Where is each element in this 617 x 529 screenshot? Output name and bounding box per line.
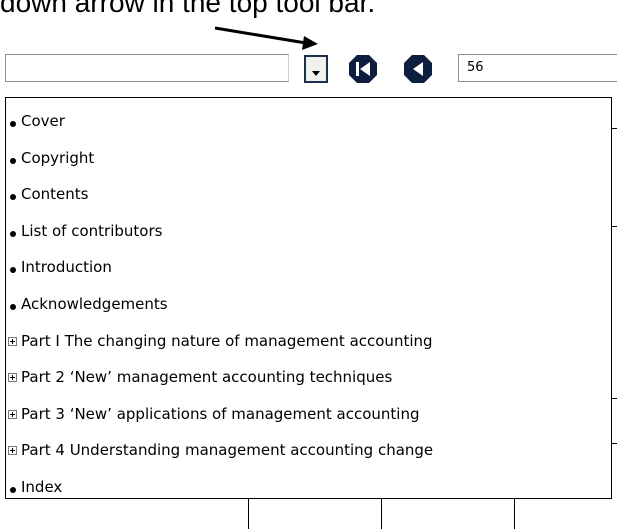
toc-dropdown-button[interactable]	[304, 55, 328, 83]
toc-item-list-of-contributors[interactable]: List of contributors	[8, 221, 433, 258]
toc-item-part-4[interactable]: Part 4 Understanding management accounti…	[8, 440, 433, 477]
bullet-icon	[10, 267, 16, 274]
expand-plus-icon[interactable]	[8, 373, 17, 383]
toc-item-part-3[interactable]: Part 3 ‘New’ applications of management …	[8, 404, 433, 441]
toc-list: Cover Copyright Contents List of contrib…	[8, 111, 433, 514]
toc-item-acknowledgements[interactable]: Acknowledgements	[8, 294, 433, 331]
toc-item-label: Part 2 ‘New’ management accounting techn…	[21, 368, 393, 387]
toc-item-label: List of contributors	[21, 221, 163, 240]
background-divider	[612, 443, 617, 444]
toc-item-label: Part 3 ‘New’ applications of management …	[21, 404, 420, 423]
background-divider	[514, 499, 515, 529]
expand-plus-icon[interactable]	[8, 446, 17, 456]
bullet-icon	[10, 486, 16, 493]
toc-item-contents[interactable]: Contents	[8, 184, 433, 221]
expand-plus-icon[interactable]	[8, 409, 17, 419]
bullet-icon	[10, 303, 16, 310]
previous-page-icon[interactable]	[403, 54, 433, 84]
toc-item-label: Part I The changing nature of management…	[21, 331, 433, 350]
bullet-icon	[10, 194, 16, 201]
screenshot-root: down arrow in the top tool bar. 56 Cover…	[0, 0, 617, 529]
annotation-arrow	[214, 26, 318, 50]
toc-item-introduction[interactable]: Introduction	[8, 257, 433, 294]
first-page-icon[interactable]	[348, 54, 378, 84]
toc-item-label: Index	[21, 477, 63, 496]
toc-item-index[interactable]: Index	[8, 477, 433, 514]
toc-item-copyright[interactable]: Copyright	[8, 148, 433, 185]
bullet-icon	[10, 121, 16, 127]
bullet-icon	[10, 157, 16, 164]
chevron-down-icon	[312, 71, 320, 76]
toc-item-label: Introduction	[21, 258, 112, 277]
toc-item-cover[interactable]: Cover	[8, 111, 433, 148]
toc-select-input[interactable]	[5, 54, 289, 82]
background-divider	[612, 398, 617, 399]
toc-item-label: Part 4 Understanding management accounti…	[21, 441, 434, 460]
toc-item-part-2[interactable]: Part 2 ‘New’ management accounting techn…	[8, 367, 433, 404]
toc-item-label: Copyright	[21, 148, 95, 167]
toc-item-part-1[interactable]: Part I The changing nature of management…	[8, 331, 433, 368]
background-divider	[612, 128, 617, 129]
expand-plus-icon[interactable]	[8, 336, 17, 346]
background-divider	[612, 226, 617, 227]
toc-item-label: Cover	[21, 112, 65, 130]
toc-item-label: Contents	[21, 185, 89, 204]
toc-item-label: Acknowledgements	[21, 294, 168, 313]
bullet-icon	[10, 230, 16, 237]
page-number-input[interactable]: 56	[458, 54, 617, 82]
